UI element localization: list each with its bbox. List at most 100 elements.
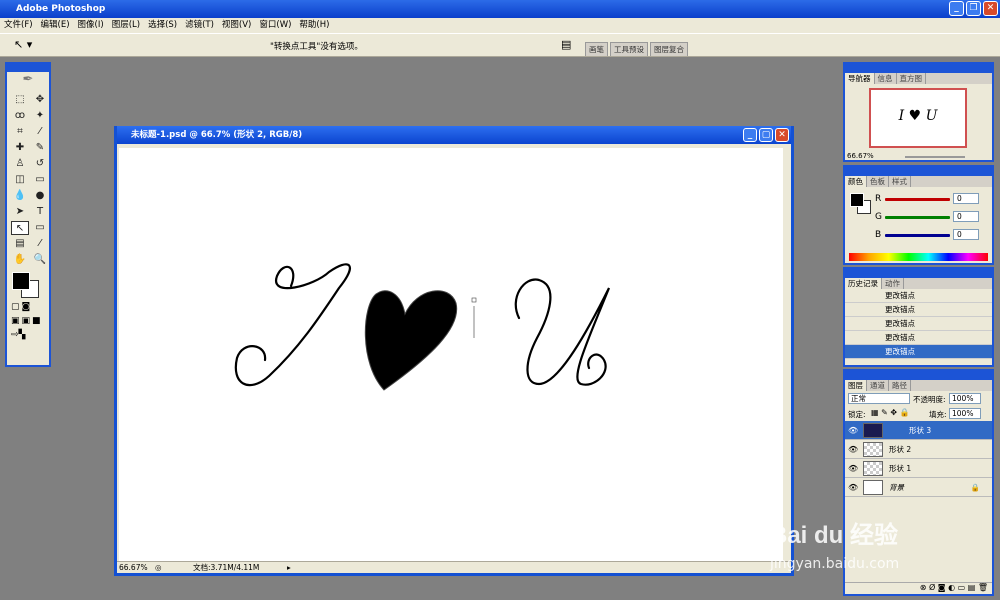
tab-navigator[interactable]: 导航器 — [845, 73, 875, 84]
jump-to-imageready-icon[interactable]: ⇨▚ — [7, 328, 49, 342]
well-tab-layer-comps[interactable]: 图层复合 — [650, 42, 688, 56]
marquee-tool-icon[interactable]: ⬚ — [11, 93, 29, 107]
layer-row[interactable]: 👁 形状 3 — [845, 421, 992, 440]
doc-minimize-button[interactable]: _ — [743, 128, 757, 142]
doc-close-button[interactable]: ✕ — [775, 128, 789, 142]
b-slider[interactable] — [885, 234, 950, 237]
dodge-tool-icon[interactable]: ● — [31, 189, 49, 203]
layer-row[interactable]: 👁 形状 2 — [845, 440, 992, 459]
screen-mode-full-icon[interactable]: ▣ — [22, 316, 31, 326]
eyedropper-icon[interactable]: ⁄ — [31, 237, 49, 251]
tab-histogram[interactable]: 直方图 — [897, 73, 926, 84]
fill-input[interactable]: 100% — [949, 408, 981, 419]
image-canvas[interactable] — [119, 148, 787, 562]
lock-icons[interactable]: ▦ ✎ ✥ 🔒 — [871, 408, 910, 417]
foreground-color-swatch[interactable] — [12, 272, 30, 290]
color-fg-swatch[interactable] — [850, 193, 864, 207]
adjustment-icon[interactable]: ◐ — [948, 583, 955, 592]
zoom-readout[interactable]: 66.67% — [119, 562, 148, 573]
doc-maximize-button[interactable]: ▢ — [759, 128, 773, 142]
history-item[interactable]: 更改锚点 — [845, 317, 992, 331]
menu-image[interactable]: 图像(I) — [78, 18, 104, 33]
path-selection-icon[interactable]: ➤ — [11, 205, 29, 219]
well-tab-brushes[interactable]: 画笔 — [585, 42, 608, 56]
eye-icon[interactable]: 👁 — [848, 421, 858, 440]
layer-row[interactable]: 👁 形状 1 — [845, 459, 992, 478]
trash-icon[interactable]: 🗑 — [978, 583, 988, 592]
palette-well-icon[interactable]: ▤ — [561, 38, 571, 51]
menu-file[interactable]: 文件(F) — [4, 18, 33, 33]
navigator-preview[interactable]: I ♥ U — [869, 88, 967, 148]
convert-point-tool-icon[interactable]: ↖ — [11, 221, 29, 235]
eye-icon[interactable]: 👁 — [848, 478, 858, 497]
vertical-scrollbar[interactable] — [783, 146, 791, 566]
tab-channels[interactable]: 通道 — [867, 380, 889, 391]
r-value[interactable]: 0 — [953, 193, 979, 204]
status-menu-icon[interactable]: ◎ — [155, 562, 162, 573]
history-item[interactable]: 更改锚点 — [845, 331, 992, 345]
status-arrow-icon[interactable]: ▸ — [287, 562, 291, 573]
navigator-zoom[interactable]: 66.67% — [847, 152, 874, 160]
restore-button[interactable]: ❐ — [966, 1, 981, 16]
history-item-current[interactable]: 更改锚点 — [845, 345, 992, 359]
move-tool-icon[interactable]: ✥ — [31, 93, 49, 107]
gradient-tool-icon[interactable]: ▭ — [31, 173, 49, 187]
tab-info[interactable]: 信息 — [875, 73, 897, 84]
link-icon[interactable]: ⊗ — [920, 583, 927, 592]
type-tool-icon[interactable]: T — [31, 205, 49, 219]
brush-tool-icon[interactable]: ✎ — [31, 141, 49, 155]
crop-tool-icon[interactable]: ⌗ — [11, 125, 29, 139]
zoom-tool-icon[interactable]: 🔍 — [31, 253, 49, 267]
menu-filter[interactable]: 滤镜(T) — [185, 18, 214, 33]
hand-tool-icon[interactable]: ✋ — [11, 253, 29, 267]
layer-row[interactable]: 👁 背景 🔒 — [845, 478, 992, 497]
tab-color[interactable]: 颜色 — [845, 176, 867, 187]
menu-help[interactable]: 帮助(H) — [299, 18, 329, 33]
menu-view[interactable]: 视图(V) — [222, 18, 251, 33]
history-item[interactable]: 更改锚点 — [845, 303, 992, 317]
tool-preset-picker[interactable]: ↖ ▾ — [14, 38, 32, 51]
r-slider[interactable] — [885, 198, 950, 201]
tab-history[interactable]: 历史记录 — [845, 278, 882, 289]
notes-tool-icon[interactable]: ▤ — [11, 237, 29, 251]
blend-mode-select[interactable]: 正常 — [848, 393, 910, 404]
standard-mode-icon[interactable]: ▢ — [11, 302, 20, 312]
shape-tool-icon[interactable]: ▭ — [31, 221, 49, 235]
history-item[interactable]: 更改锚点 — [845, 289, 992, 303]
stamp-tool-icon[interactable]: ♙ — [11, 157, 29, 171]
healing-brush-icon[interactable]: ✚ — [11, 141, 29, 155]
opacity-input[interactable]: 100% — [949, 393, 981, 404]
magic-wand-icon[interactable]: ✦ — [31, 109, 49, 123]
well-tab-tool-presets[interactable]: 工具预设 — [610, 42, 648, 56]
tab-layers[interactable]: 图层 — [845, 380, 867, 391]
menu-select[interactable]: 选择(S) — [148, 18, 177, 33]
mask-icon[interactable]: ◙ — [938, 583, 946, 592]
eye-icon[interactable]: 👁 — [848, 440, 858, 459]
g-value[interactable]: 0 — [953, 211, 979, 222]
layer-style-icon[interactable]: Ø — [929, 583, 935, 592]
tab-paths[interactable]: 路径 — [889, 380, 911, 391]
tab-actions[interactable]: 动作 — [882, 278, 904, 289]
slice-tool-icon[interactable]: ⁄ — [31, 125, 49, 139]
new-group-icon[interactable]: ▭ — [958, 583, 966, 592]
menu-window[interactable]: 窗口(W) — [259, 18, 291, 33]
eye-icon[interactable]: 👁 — [848, 459, 858, 478]
b-value[interactable]: 0 — [953, 229, 979, 240]
new-layer-icon[interactable]: ▤ — [968, 583, 976, 592]
quick-mask-icon[interactable]: ◙ — [22, 302, 31, 312]
eraser-tool-icon[interactable]: ◫ — [11, 173, 29, 187]
lasso-tool-icon[interactable]: ꝏ — [11, 109, 29, 123]
history-brush-icon[interactable]: ↺ — [31, 157, 49, 171]
screen-mode-black-icon[interactable]: ■ — [32, 316, 41, 326]
g-slider[interactable] — [885, 216, 950, 219]
color-ramp[interactable] — [849, 253, 988, 261]
menu-layer[interactable]: 图层(L) — [112, 18, 140, 33]
close-button[interactable]: ✕ — [983, 1, 998, 16]
navigator-zoom-slider[interactable] — [905, 156, 965, 158]
screen-mode-standard-icon[interactable]: ▣ — [11, 316, 20, 326]
menu-edit[interactable]: 编辑(E) — [41, 18, 70, 33]
blur-tool-icon[interactable]: 💧 — [11, 189, 29, 203]
minimize-button[interactable]: _ — [949, 1, 964, 16]
tab-swatches[interactable]: 色板 — [867, 176, 889, 187]
tab-styles[interactable]: 样式 — [889, 176, 911, 187]
